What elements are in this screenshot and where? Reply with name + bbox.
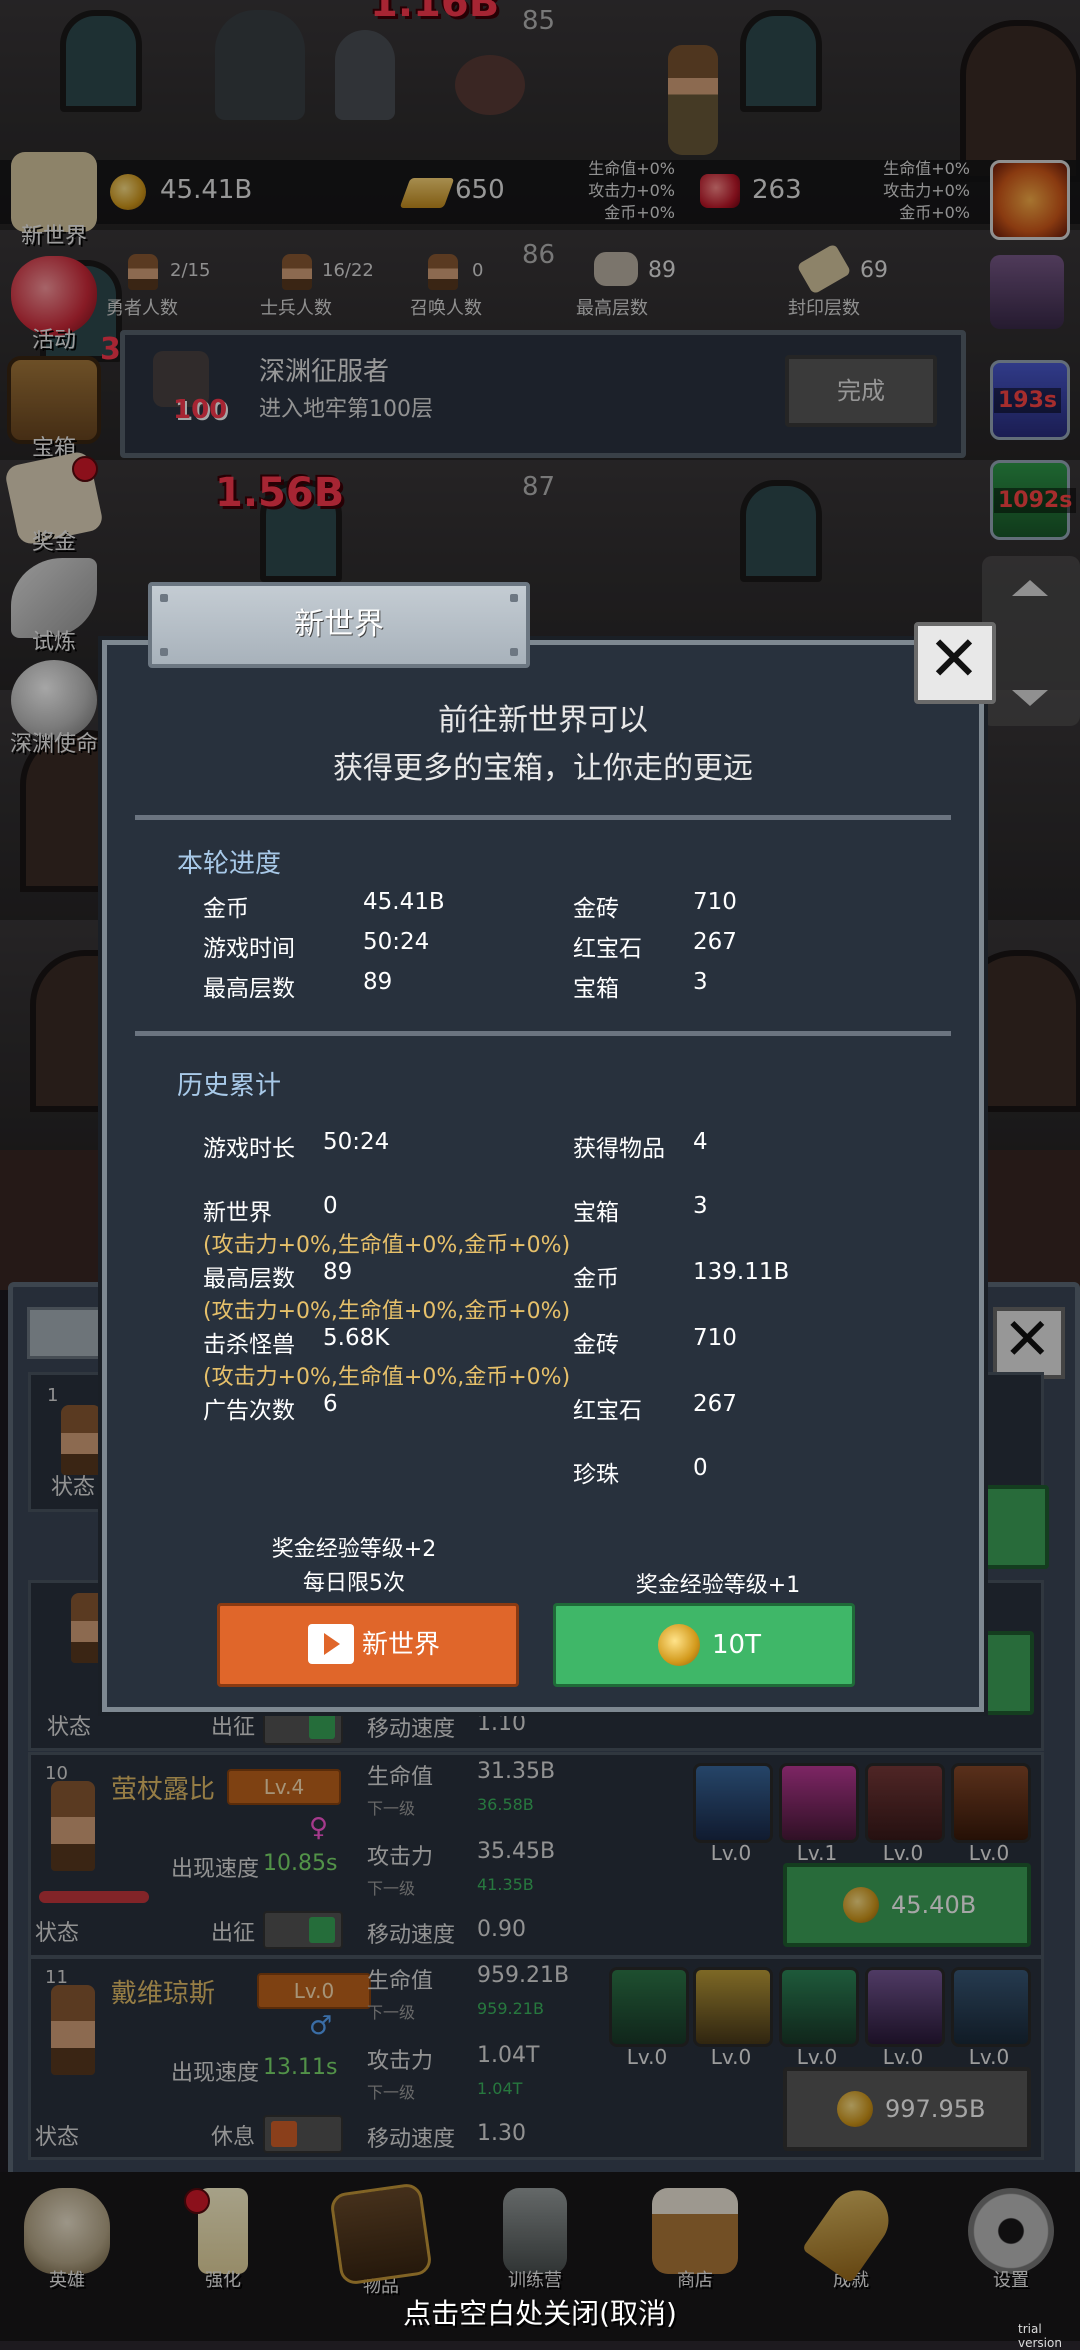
dialog-intro: 前往新世界可以 获得更多的宝箱，让你走的更远 [107,697,979,793]
stat-value: 89 [323,1259,353,1285]
dialog-title: 新世界 [294,607,384,642]
stat-value: 0 [693,1455,708,1481]
stat-value: 267 [693,1391,737,1417]
coin-icon [658,1624,700,1666]
stat-value: 267 [693,929,737,955]
coin-button-label: 10T [712,1630,761,1660]
trial-label: trial version [1018,2322,1062,2350]
stat-value: 710 [693,889,737,915]
bonus-text: (攻击力+0%,生命值+0%,金币+0%) [203,1365,571,1390]
stat-label: 新世界 [203,1200,272,1226]
divider [135,1031,951,1036]
intro-line: 获得更多的宝箱，让你走的更远 [333,751,753,786]
video-play-icon [308,1624,354,1664]
divider [135,815,951,820]
stat-label: 宝箱 [573,976,619,1002]
stat-value: 139.11B [693,1259,790,1285]
close-hint: 点击空白处关闭(取消) [403,2297,677,2330]
stat-label: 金币 [203,896,249,922]
stat-value: 3 [693,969,708,995]
stat-label: 最高层数 [203,1266,295,1292]
stat-label: 珍珠 [573,1462,619,1488]
stat-value: 89 [363,969,393,995]
bonus-text: (攻击力+0%,生命值+0%,金币+0%) [203,1299,571,1324]
coin-new-world-button[interactable]: 10T [553,1603,855,1687]
stat-value: 0 [323,1193,338,1219]
intro-line: 前往新世界可以 [438,703,648,738]
ad-button-caption: 奖金经验等级+2 每日限5次 [225,1533,483,1601]
stat-label: 金砖 [573,896,619,922]
rivet [160,594,168,602]
stat-label: 广告次数 [203,1398,295,1424]
caption-line: 每日限5次 [303,1571,405,1596]
coin-button-caption: 奖金经验等级+1 [635,1573,801,1598]
caption-line: 奖金经验等级+2 [271,1537,437,1562]
stat-value: 5.68K [323,1325,390,1351]
stat-label: 游戏时间 [203,936,295,962]
rivet [510,648,518,656]
dialog-title-tab: 新世界 [148,582,530,668]
new-world-dialog: 前往新世界可以 获得更多的宝箱，让你走的更远 本轮进度 金币 45.41B 金砖… [102,640,984,1712]
history-title: 历史累计 [177,1071,282,1101]
watch-ad-new-world-button[interactable]: 新世界 [217,1603,519,1687]
stat-value: 710 [693,1325,737,1351]
round-progress-title: 本轮进度 [177,849,282,879]
stat-value: 45.41B [363,889,445,915]
stat-value: 50:24 [363,929,430,955]
stat-label: 金币 [573,1266,619,1292]
stat-label: 击杀怪兽 [203,1332,295,1358]
stat-label: 游戏时长 [203,1136,295,1162]
stat-label: 获得物品 [573,1136,665,1162]
stat-value: 6 [323,1391,338,1417]
stat-label: 红宝石 [573,1398,642,1424]
rivet [510,594,518,602]
stat-label: 金砖 [573,1332,619,1358]
stat-label: 最高层数 [203,976,295,1002]
stat-value: 4 [693,1129,708,1155]
stat-value: 3 [693,1193,708,1219]
dialog-close-button[interactable]: ✕ [914,622,996,704]
close-icon: ✕ [928,622,980,695]
play-triangle [324,1633,340,1655]
ad-button-label: 新世界 [362,1630,441,1660]
stat-value: 50:24 [323,1129,390,1155]
stat-label: 宝箱 [573,1200,619,1226]
bonus-text: (攻击力+0%,生命值+0%,金币+0%) [203,1233,571,1258]
stat-label: 红宝石 [573,936,642,962]
rivet [160,648,168,656]
